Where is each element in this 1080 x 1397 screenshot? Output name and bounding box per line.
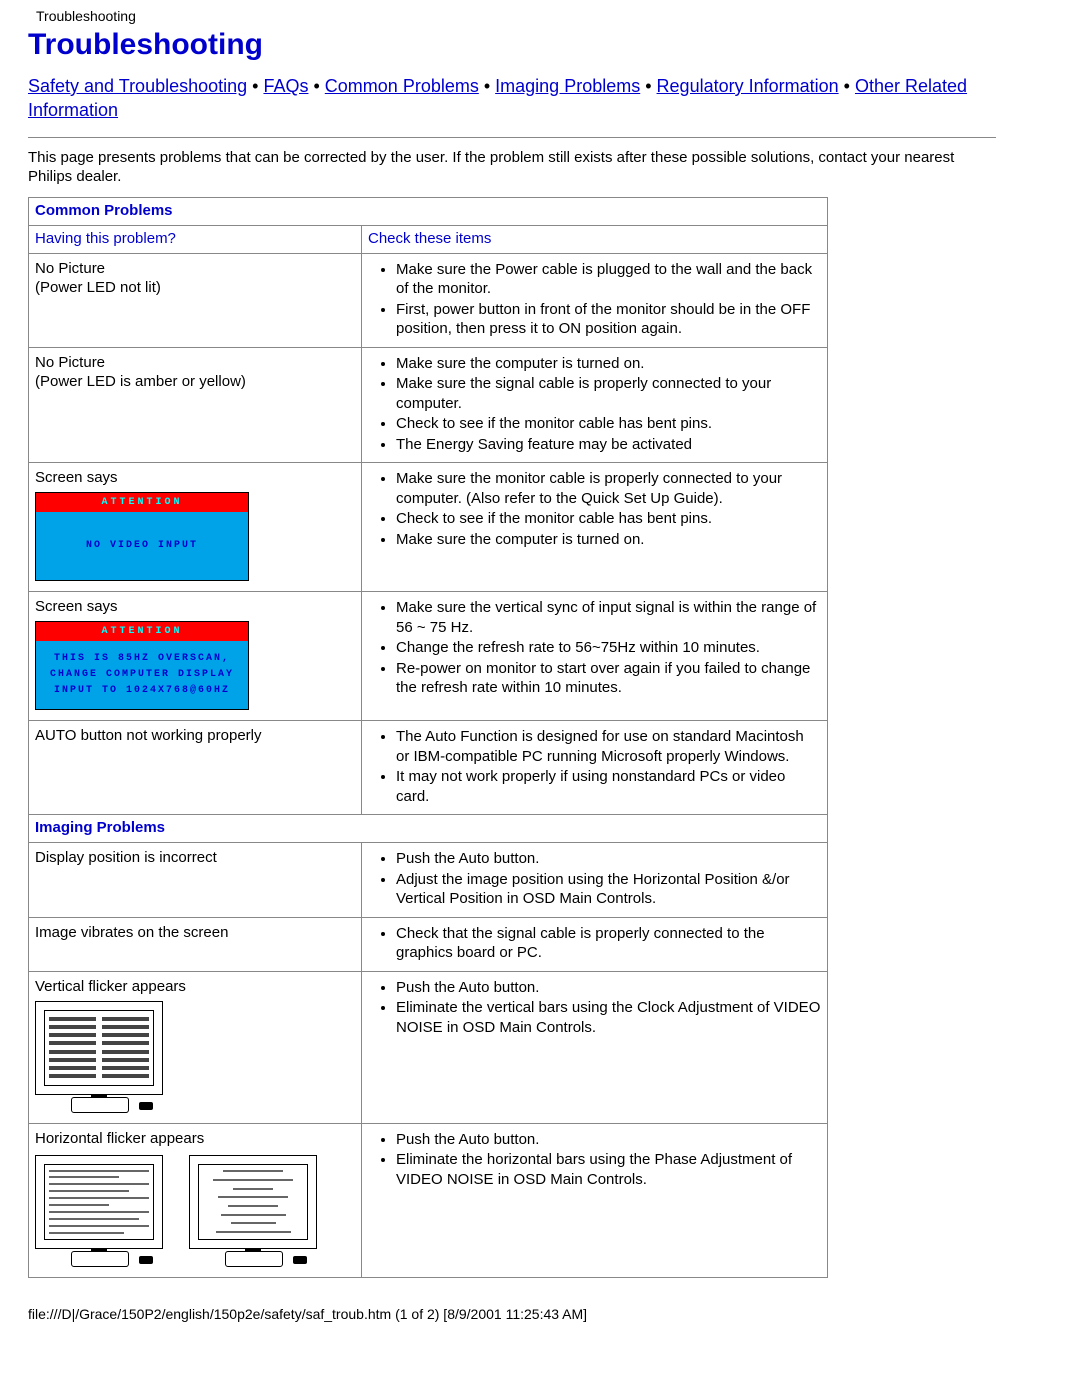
check-item: Make sure the computer is turned on.	[396, 530, 821, 550]
nav-separator: •	[247, 76, 263, 96]
page-title: Troubleshooting	[28, 28, 996, 62]
problem-text: Display position is incorrect	[35, 849, 355, 866]
monitor-message-line: THIS IS 85HZ OVERSCAN,	[40, 651, 244, 667]
check-item: Eliminate the horizontal bars using the …	[396, 1150, 821, 1189]
intro-text: This page presents problems that can be …	[28, 148, 996, 187]
nav-regulatory-information[interactable]: Regulatory Information	[657, 76, 839, 96]
nav-safety-troubleshooting[interactable]: Safety and Troubleshooting	[28, 76, 247, 96]
check-item: Check to see if the monitor cable has be…	[396, 509, 821, 529]
check-item: Make sure the computer is turned on.	[396, 354, 821, 374]
horizontal-flicker-illustration	[35, 1155, 165, 1267]
table-row: No Picture (Power LED not lit) Make sure…	[29, 253, 828, 347]
table-row: Image vibrates on the screen Check that …	[29, 917, 828, 971]
nav-links: Safety and Troubleshooting • FAQs • Comm…	[28, 74, 996, 123]
monitor-message-box: ATTENTION NO VIDEO INPUT	[35, 492, 249, 581]
check-item: Eliminate the vertical bars using the Cl…	[396, 998, 821, 1037]
problem-text: Screen says	[35, 469, 355, 486]
monitor-message-body: NO VIDEO INPUT	[36, 512, 248, 580]
check-item: Check that the signal cable is properly …	[396, 924, 821, 963]
horizontal-flicker-illustration	[189, 1155, 319, 1267]
check-item: First, power button in front of the moni…	[396, 300, 821, 339]
nav-separator: •	[640, 76, 656, 96]
check-item: The Auto Function is designed for use on…	[396, 727, 821, 766]
monitor-message-box: ATTENTION THIS IS 85HZ OVERSCAN, CHANGE …	[35, 621, 249, 710]
check-item: Change the refresh rate to 56~75Hz withi…	[396, 638, 821, 658]
vertical-flicker-illustration	[35, 1001, 165, 1113]
nav-common-problems[interactable]: Common Problems	[325, 76, 479, 96]
divider	[28, 137, 996, 138]
nav-separator: •	[839, 76, 855, 96]
check-item: Push the Auto button.	[396, 849, 821, 869]
check-item: It may not work properly if using nonsta…	[396, 767, 821, 806]
problem-text: Image vibrates on the screen	[35, 924, 355, 941]
table-row: Horizontal flicker appears	[29, 1123, 828, 1277]
check-item: Adjust the image position using the Hori…	[396, 870, 821, 909]
nav-imaging-problems[interactable]: Imaging Problems	[495, 76, 640, 96]
table-row: AUTO button not working properly The Aut…	[29, 721, 828, 815]
check-item: Make sure the signal cable is properly c…	[396, 374, 821, 413]
monitor-message-line: INPUT TO 1024X768@60HZ	[40, 683, 244, 699]
check-item: Push the Auto button.	[396, 978, 821, 998]
footer-path: file:///D|/Grace/150P2/english/150p2e/sa…	[28, 1306, 996, 1322]
table-row: Display position is incorrect Push the A…	[29, 843, 828, 918]
monitor-message-header: ATTENTION	[36, 622, 248, 641]
column-header-check: Check these items	[362, 225, 828, 253]
section-header-common: Common Problems	[29, 197, 828, 225]
table-row: Screen says ATTENTION NO VIDEO INPUT Mak…	[29, 463, 828, 592]
problem-text: No Picture	[35, 354, 355, 371]
check-item: The Energy Saving feature may be activat…	[396, 435, 821, 455]
monitor-message-header: ATTENTION	[36, 493, 248, 512]
check-item: Re-power on monitor to start over again …	[396, 659, 821, 698]
table-row: Vertical flicker appears Push the Auto b…	[29, 971, 828, 1123]
section-header-imaging: Imaging Problems	[29, 815, 828, 843]
nav-separator: •	[479, 76, 495, 96]
nav-separator: •	[308, 76, 324, 96]
problem-text: Vertical flicker appears	[35, 978, 355, 995]
problem-text: AUTO button not working properly	[35, 727, 355, 744]
monitor-message-body: THIS IS 85HZ OVERSCAN, CHANGE COMPUTER D…	[36, 641, 248, 709]
table-row: No Picture (Power LED is amber or yellow…	[29, 347, 828, 463]
problem-text: No Picture	[35, 260, 355, 277]
monitor-message-line: CHANGE COMPUTER DISPLAY	[40, 667, 244, 683]
problem-text: (Power LED is amber or yellow)	[35, 373, 355, 390]
check-item: Make sure the Power cable is plugged to …	[396, 260, 821, 299]
nav-faqs[interactable]: FAQs	[263, 76, 308, 96]
check-item: Push the Auto button.	[396, 1130, 821, 1150]
problem-text: (Power LED not lit)	[35, 279, 355, 296]
problem-text: Horizontal flicker appears	[35, 1130, 355, 1147]
problem-text: Screen says	[35, 598, 355, 615]
check-item: Make sure the vertical sync of input sig…	[396, 598, 821, 637]
check-item: Make sure the monitor cable is properly …	[396, 469, 821, 508]
column-header-problem: Having this problem?	[29, 225, 362, 253]
table-row: Screen says ATTENTION THIS IS 85HZ OVERS…	[29, 592, 828, 721]
page-path: Troubleshooting	[36, 8, 996, 24]
check-item: Check to see if the monitor cable has be…	[396, 414, 821, 434]
troubleshoot-table: Common Problems Having this problem? Che…	[28, 197, 828, 1278]
